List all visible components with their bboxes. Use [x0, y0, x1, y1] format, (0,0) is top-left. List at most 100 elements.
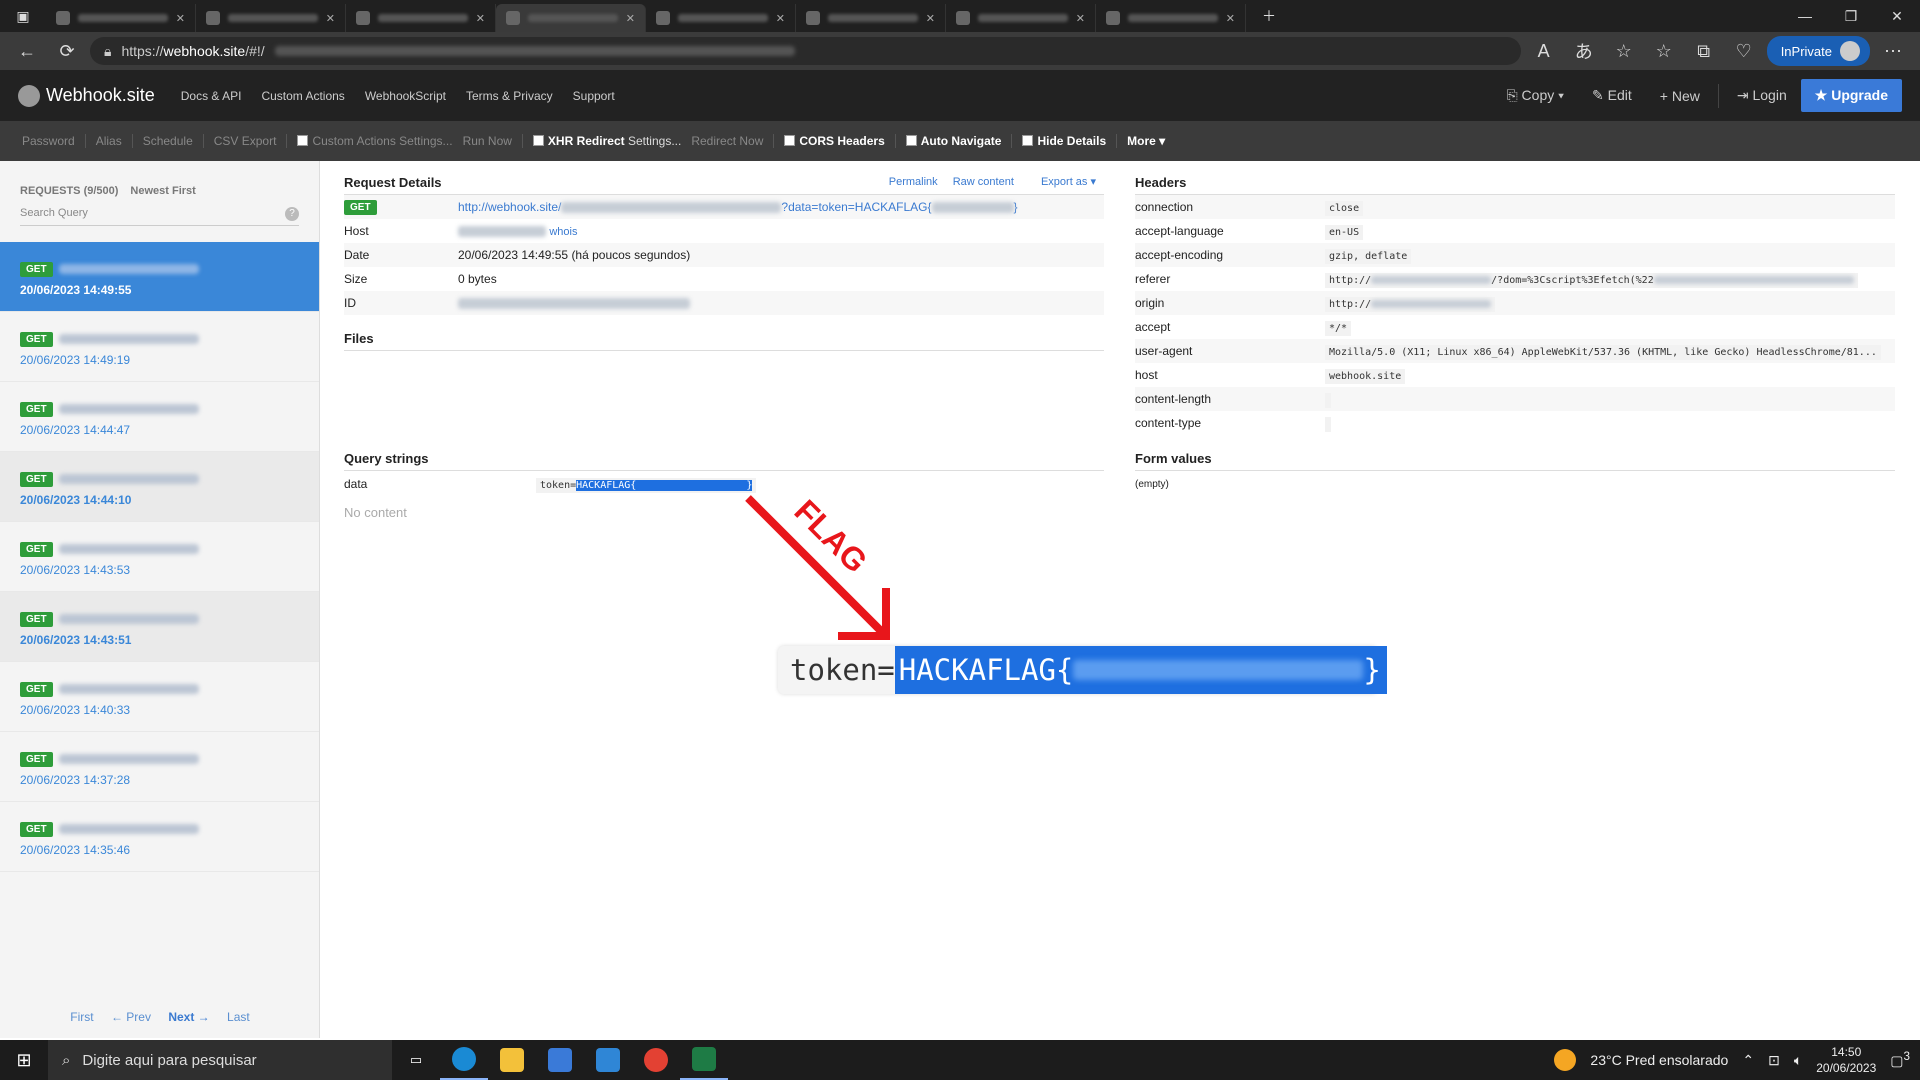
restore-icon[interactable]: ❐ [1828, 0, 1874, 32]
close-icon[interactable]: ✕ [776, 12, 785, 25]
referer-prefix: http:// [1329, 275, 1372, 286]
file-explorer-icon[interactable] [488, 1040, 536, 1080]
read-aloud-icon[interactable]: A [1527, 36, 1561, 66]
upgrade-button[interactable]: ★ Upgrade [1800, 79, 1902, 112]
whois-link[interactable]: whois [549, 226, 577, 238]
collections-icon[interactable]: ⧉ [1687, 36, 1721, 66]
run-now-button[interactable]: Run Now [463, 134, 512, 148]
close-icon[interactable]: ✕ [326, 12, 335, 25]
request-list-item[interactable]: GET 20/06/2023 14:43:53 [0, 522, 319, 592]
taskbar-search[interactable]: ⌕ Digite aqui para pesquisar [48, 1040, 392, 1080]
weather-text[interactable]: 23°C Pred ensolarado [1590, 1052, 1728, 1068]
notifications-icon[interactable]: ▢3 [1890, 1050, 1910, 1070]
chrome-icon[interactable] [632, 1040, 680, 1080]
store-icon[interactable] [536, 1040, 584, 1080]
redirect-now-button[interactable]: Redirect Now [691, 134, 763, 148]
export-as-dropdown[interactable]: Export as ▾ [1029, 176, 1096, 188]
search-query-input[interactable]: Search Query? [20, 207, 299, 226]
tab-favicon-icon [956, 11, 970, 25]
request-list-item[interactable]: GET 20/06/2023 14:37:28 [0, 732, 319, 802]
address-bar[interactable]: 🔒︎ https://webhook.site/#!/ [90, 37, 1521, 65]
password-button[interactable]: Password [12, 134, 86, 148]
custom-actions-settings-link[interactable]: Settings... [399, 134, 452, 148]
close-icon[interactable]: ✕ [1226, 12, 1235, 25]
close-window-icon[interactable]: ✕ [1874, 0, 1920, 32]
request-list-item[interactable]: GET 20/06/2023 14:44:10 [0, 452, 319, 522]
close-icon[interactable]: ✕ [1076, 12, 1085, 25]
new-button[interactable]: + New [1660, 88, 1700, 104]
browser-tab[interactable]: ✕ [346, 4, 496, 32]
browser-tab[interactable]: ✕ [946, 4, 1096, 32]
request-list-item[interactable]: GET 20/06/2023 14:49:55 [0, 242, 319, 312]
request-list-item[interactable]: GET 20/06/2023 14:44:47 [0, 382, 319, 452]
nav-webhookscript[interactable]: WebhookScript [365, 89, 446, 103]
raw-content-link[interactable]: Raw content [953, 176, 1014, 188]
alias-button[interactable]: Alias [86, 134, 133, 148]
browser-tab[interactable]: ✕ [796, 4, 946, 32]
nav-custom-actions[interactable]: Custom Actions [261, 89, 344, 103]
back-icon[interactable]: ← [10, 36, 44, 66]
volume-icon[interactable]: 🔈︎ [1794, 1052, 1802, 1069]
copy-button[interactable]: ⎘ Copy ▾ [1506, 87, 1564, 104]
browser-tab[interactable]: ✕ [46, 4, 196, 32]
pager-first[interactable]: First [70, 1010, 93, 1024]
nav-terms[interactable]: Terms & Privacy [466, 89, 553, 103]
request-list-item[interactable]: GET 20/06/2023 14:35:46 [0, 802, 319, 872]
more-menu-icon[interactable]: ⋯ [1876, 36, 1910, 66]
permalink-link[interactable]: Permalink [889, 176, 938, 188]
schedule-button[interactable]: Schedule [133, 134, 204, 148]
network-icon[interactable]: ⊡ [1768, 1052, 1780, 1069]
browser-tab-active[interactable]: ✕ [496, 4, 646, 32]
inprivate-button[interactable]: InPrivate [1766, 36, 1870, 66]
pager-last[interactable]: Last [227, 1010, 250, 1024]
browser-tab[interactable]: ✕ [646, 4, 796, 32]
brand[interactable]: Webhook.site [18, 84, 155, 107]
close-icon[interactable]: ✕ [626, 12, 635, 25]
browser-essentials-icon[interactable]: ♡ [1727, 36, 1761, 66]
login-button[interactable]: ⇥ Login [1737, 87, 1787, 104]
custom-actions-checkbox[interactable] [297, 135, 309, 146]
tab-actions-icon[interactable]: ▣ [0, 0, 46, 32]
browser-tab[interactable]: ✕ [196, 4, 346, 32]
browser-tab-bar: ▣ ✕ ✕ ✕ ✕ ✕ ✕ ✕ ✕ ＋ — ❐ ✕ [0, 0, 1920, 32]
close-icon[interactable]: ✕ [476, 12, 485, 25]
hide-details-checkbox[interactable] [1022, 135, 1034, 146]
more-dropdown[interactable]: More ▾ [1117, 134, 1175, 148]
close-icon[interactable]: ✕ [176, 12, 185, 25]
xhr-settings-link[interactable]: Settings... [628, 134, 681, 148]
favorites-icon[interactable]: ☆ [1647, 36, 1681, 66]
help-icon[interactable]: ? [285, 207, 299, 221]
windows-start-icon[interactable]: ⊞ [0, 1040, 48, 1080]
pager-prev[interactable]: ← Prev [111, 1010, 151, 1024]
edit-button[interactable]: ✎ Edit [1592, 87, 1632, 104]
translate-icon[interactable]: あ [1567, 36, 1601, 66]
new-tab-icon[interactable]: ＋ [1246, 0, 1292, 32]
nav-docs[interactable]: Docs & API [181, 89, 242, 103]
mail-icon[interactable] [584, 1040, 632, 1080]
task-view-icon[interactable]: ▭ [392, 1040, 440, 1080]
ip-redacted [58, 543, 199, 554]
nav-support[interactable]: Support [573, 89, 615, 103]
cors-checkbox[interactable] [784, 135, 796, 146]
favorite-star-icon[interactable]: ☆ [1607, 36, 1641, 66]
clock[interactable]: 14:50 20/06/2023 [1816, 1044, 1876, 1076]
app-navbar: Webhook.site Docs & API Custom Actions W… [0, 70, 1920, 121]
request-list-item[interactable]: GET 20/06/2023 14:43:51 [0, 592, 319, 662]
chevron-up-icon[interactable]: ⌃ [1742, 1052, 1754, 1069]
refresh-icon[interactable]: ⟳ [50, 36, 84, 66]
excel-icon[interactable] [680, 1040, 728, 1080]
xhr-redirect-checkbox[interactable] [532, 135, 544, 146]
pager-next[interactable]: Next → [168, 1010, 209, 1024]
edge-icon[interactable] [440, 1040, 488, 1080]
browser-tab[interactable]: ✕ [1096, 4, 1246, 32]
minimize-icon[interactable]: — [1782, 0, 1828, 32]
request-list-item[interactable]: GET 20/06/2023 14:49:19 [0, 312, 319, 382]
request-list-item[interactable]: GET 20/06/2023 14:40:33 [0, 662, 319, 732]
ip-redacted [58, 823, 199, 834]
request-url[interactable]: http://webhook.site/ ?data=token=HACKAFLA… [458, 200, 1104, 214]
close-icon[interactable]: ✕ [926, 12, 935, 25]
auto-navigate-checkbox[interactable] [905, 135, 917, 146]
sort-toggle[interactable]: Newest First [130, 185, 195, 197]
csv-export-button[interactable]: CSV Export [204, 134, 288, 148]
inprivate-label: InPrivate [1780, 43, 1832, 59]
